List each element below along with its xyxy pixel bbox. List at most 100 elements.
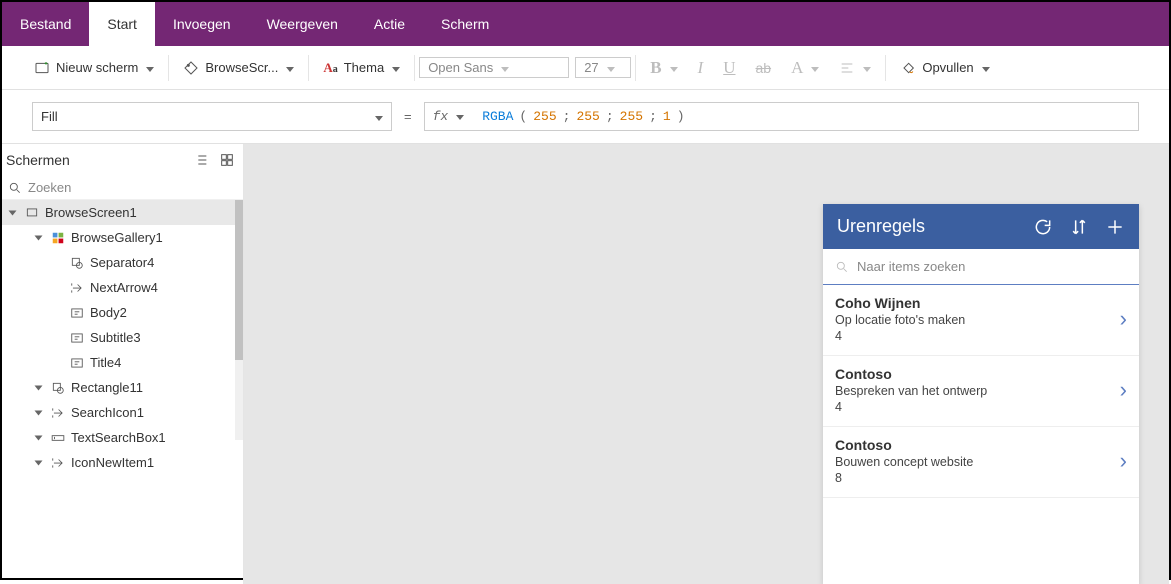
tree-item[interactable]: Rectangle11 bbox=[2, 375, 243, 400]
italic-button[interactable]: I bbox=[688, 54, 714, 82]
app-preview: Urenregels Naar items zoeken Coho Wijnen… bbox=[823, 204, 1139, 584]
chevron-down-icon bbox=[809, 60, 819, 75]
chevron-right-icon: › bbox=[1120, 377, 1127, 403]
tree-item[interactable]: NextArrow4 bbox=[2, 275, 243, 300]
caret-icon bbox=[35, 410, 43, 415]
canvas-area[interactable]: Urenregels Naar items zoeken Coho Wijnen… bbox=[244, 144, 1169, 584]
fill-button[interactable]: Opvullen bbox=[890, 56, 999, 80]
tree-label: BrowseScreen1 bbox=[45, 205, 137, 220]
tree-icon bbox=[51, 231, 65, 245]
tree-label: TextSearchBox1 bbox=[71, 430, 166, 445]
tree-item[interactable]: Subtitle3 bbox=[2, 325, 243, 350]
list-item[interactable]: ContosoBouwen concept website8› bbox=[823, 427, 1139, 498]
property-value: Fill bbox=[41, 109, 58, 124]
sidebar-title: Schermen bbox=[6, 152, 70, 168]
formula-bar[interactable]: fx RGBA(255;255;255;1) bbox=[424, 102, 1139, 131]
chevron-down-icon bbox=[980, 60, 990, 75]
chevron-down-icon bbox=[861, 60, 871, 75]
caret-icon bbox=[35, 235, 43, 240]
sort-icon[interactable] bbox=[1069, 217, 1089, 237]
new-screen-button[interactable]: Nieuw scherm bbox=[24, 56, 164, 80]
tree-label: Title4 bbox=[90, 355, 121, 370]
browse-screen-button[interactable]: BrowseScr... bbox=[173, 56, 304, 80]
fontsize-value: 27 bbox=[584, 60, 598, 75]
item-subtitle: Bespreken van het ontwerp bbox=[835, 384, 987, 398]
browse-screen-label: BrowseScr... bbox=[205, 60, 278, 75]
preview-title: Urenregels bbox=[837, 216, 925, 237]
item-title: Contoso bbox=[835, 366, 987, 382]
fill-label: Opvullen bbox=[922, 60, 973, 75]
chevron-down-icon bbox=[454, 109, 464, 124]
new-screen-label: Nieuw scherm bbox=[56, 60, 138, 75]
chevron-down-icon bbox=[284, 60, 294, 75]
chevron-down-icon bbox=[373, 109, 383, 124]
tree-label: Subtitle3 bbox=[90, 330, 141, 345]
caret-icon bbox=[35, 435, 43, 440]
tag-icon bbox=[183, 60, 199, 76]
sidebar-search[interactable]: Zoeken bbox=[2, 176, 243, 200]
app-tabbar: Bestand Start Invoegen Weergeven Actie S… bbox=[2, 2, 1169, 46]
tree-icon bbox=[25, 206, 39, 220]
tree-icon bbox=[51, 381, 65, 395]
font-color-button[interactable]: A bbox=[781, 54, 829, 82]
caret-icon bbox=[35, 385, 43, 390]
fontsize-select[interactable]: 27 bbox=[575, 57, 631, 78]
underline-button[interactable]: U bbox=[713, 54, 745, 82]
list-view-icon[interactable] bbox=[193, 152, 209, 168]
add-icon[interactable] bbox=[1105, 217, 1125, 237]
tab-bestand[interactable]: Bestand bbox=[2, 2, 89, 46]
item-body: 8 bbox=[835, 471, 973, 485]
tree-label: Separator4 bbox=[90, 255, 154, 270]
tree-icon bbox=[51, 431, 65, 445]
tree-icon bbox=[51, 456, 65, 470]
tree-item[interactable]: SearchIcon1 bbox=[2, 400, 243, 425]
tab-weergeven[interactable]: Weergeven bbox=[249, 2, 356, 46]
tree-icon bbox=[70, 356, 84, 370]
bold-button[interactable]: B bbox=[640, 54, 687, 82]
tab-actie[interactable]: Actie bbox=[356, 2, 423, 46]
font-value: Open Sans bbox=[428, 60, 493, 75]
tree-icon bbox=[70, 281, 84, 295]
strike-button[interactable]: ab bbox=[745, 56, 781, 80]
tree-item[interactable]: Separator4 bbox=[2, 250, 243, 275]
sidebar-scrollbar[interactable] bbox=[235, 200, 243, 440]
tab-scherm[interactable]: Scherm bbox=[423, 2, 507, 46]
theme-button[interactable]: Aa Thema bbox=[313, 56, 410, 80]
list-item[interactable]: Coho WijnenOp locatie foto's maken4› bbox=[823, 285, 1139, 356]
tab-start[interactable]: Start bbox=[89, 2, 155, 46]
tab-invoegen[interactable]: Invoegen bbox=[155, 2, 249, 46]
list-item[interactable]: ContosoBespreken van het ontwerp4› bbox=[823, 356, 1139, 427]
tree-item[interactable]: Title4 bbox=[2, 350, 243, 375]
caret-icon bbox=[35, 460, 43, 465]
tree-item[interactable]: BrowseScreen1 bbox=[2, 200, 243, 225]
item-title: Coho Wijnen bbox=[835, 295, 965, 311]
tree-item[interactable]: TextSearchBox1 bbox=[2, 425, 243, 450]
preview-search[interactable]: Naar items zoeken bbox=[823, 249, 1139, 285]
chevron-down-icon bbox=[605, 60, 615, 75]
tree-icon bbox=[70, 306, 84, 320]
tree-item[interactable]: IconNewItem1 bbox=[2, 450, 243, 475]
scrollbar-thumb[interactable] bbox=[235, 200, 243, 360]
font-select[interactable]: Open Sans bbox=[419, 57, 569, 78]
tree-item[interactable]: Body2 bbox=[2, 300, 243, 325]
tree-label: SearchIcon1 bbox=[71, 405, 144, 420]
chevron-down-icon bbox=[668, 60, 678, 75]
refresh-icon[interactable] bbox=[1033, 217, 1053, 237]
equals-sign: = bbox=[404, 109, 412, 124]
property-select[interactable]: Fill bbox=[32, 102, 392, 131]
align-button[interactable] bbox=[829, 56, 881, 80]
grid-view-icon[interactable] bbox=[219, 152, 235, 168]
chevron-right-icon: › bbox=[1120, 448, 1127, 474]
tree-label: IconNewItem1 bbox=[71, 455, 154, 470]
search-icon bbox=[835, 260, 849, 274]
tree-item[interactable]: BrowseGallery1 bbox=[2, 225, 243, 250]
tree-sidebar: Schermen Zoeken BrowseScreen1 BrowseGalle… bbox=[2, 144, 244, 584]
new-screen-icon bbox=[34, 60, 50, 76]
item-body: 4 bbox=[835, 329, 965, 343]
tree-icon bbox=[70, 256, 84, 270]
preview-header: Urenregels bbox=[823, 204, 1139, 249]
formula-row: Fill = fx RGBA(255;255;255;1) bbox=[2, 90, 1169, 144]
search-placeholder: Zoeken bbox=[28, 180, 71, 195]
tree-label: BrowseGallery1 bbox=[71, 230, 163, 245]
preview-search-placeholder: Naar items zoeken bbox=[857, 259, 965, 274]
